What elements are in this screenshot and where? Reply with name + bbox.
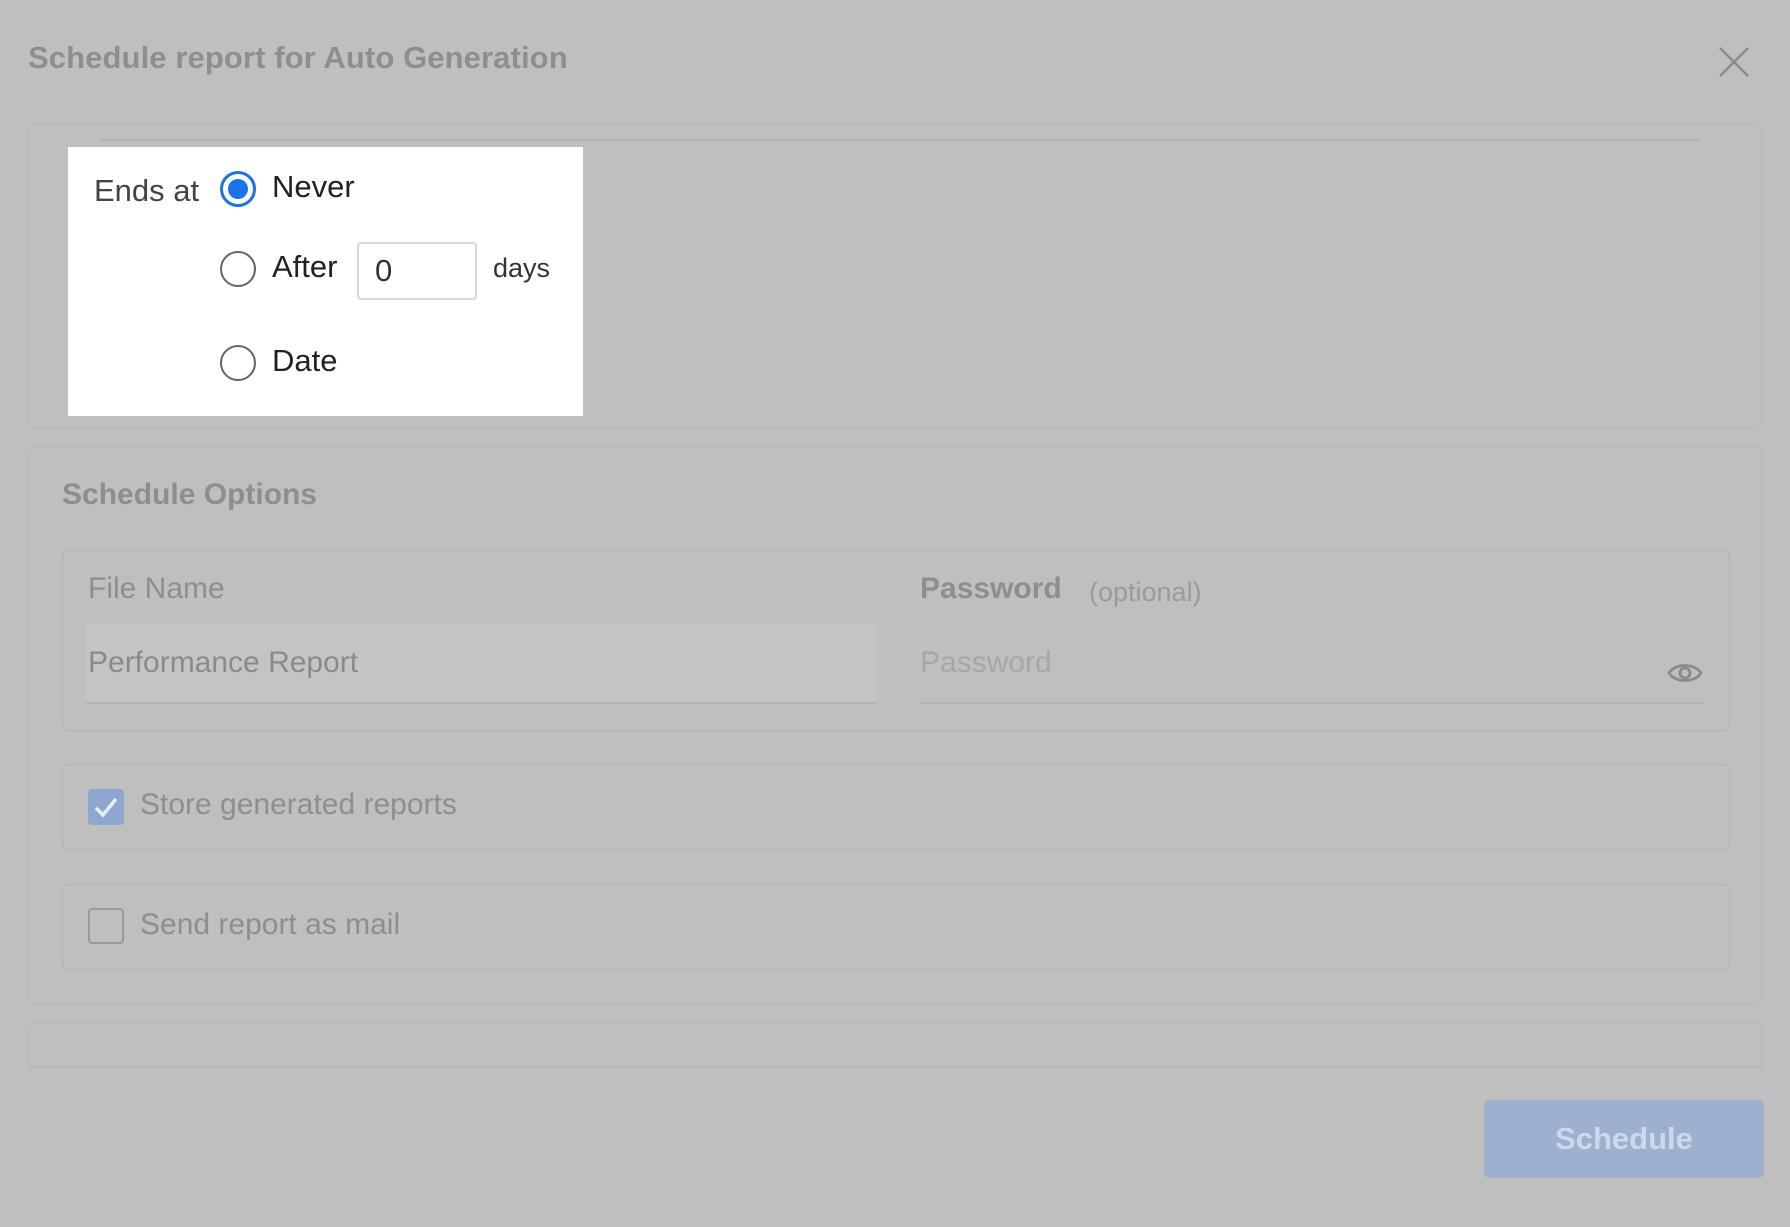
radio-after[interactable]	[220, 251, 256, 287]
footer-divider	[28, 1066, 1762, 1068]
dialog-title: Schedule report for Auto Generation	[28, 40, 568, 75]
ends-at-label: Ends at	[94, 173, 200, 208]
ends-at-popup: Ends at Never After days Date	[68, 147, 583, 416]
file-name-input[interactable]	[86, 624, 876, 704]
store-reports-checkbox[interactable]	[88, 789, 124, 825]
radio-never-label[interactable]: Never	[272, 169, 355, 205]
collapsed-panel	[28, 1022, 1762, 1070]
checkmark-icon	[94, 797, 118, 818]
days-unit-label: days	[493, 253, 551, 283]
radio-never[interactable]	[220, 171, 256, 207]
schedule-options-title: Schedule Options	[62, 478, 318, 511]
divider	[101, 139, 1699, 141]
send-mail-checkbox[interactable]	[88, 908, 124, 944]
schedule-button[interactable]: Schedule	[1484, 1100, 1764, 1178]
radio-date[interactable]	[220, 345, 256, 381]
store-reports-label: Store generated reports	[140, 788, 457, 821]
radio-date-label[interactable]: Date	[272, 343, 337, 379]
eye-icon[interactable]	[1667, 659, 1703, 687]
send-mail-label: Send report as mail	[140, 908, 401, 941]
file-name-label: File Name	[88, 572, 225, 605]
schedule-dialog: Schedule report for Auto Generation Sche…	[0, 0, 1790, 1227]
close-icon[interactable]	[1714, 42, 1754, 82]
password-input[interactable]	[920, 624, 1704, 704]
password-label: Password	[920, 572, 1062, 605]
after-days-input[interactable]	[357, 242, 477, 300]
password-optional-hint: (optional)	[1089, 577, 1202, 607]
radio-after-label[interactable]: After	[272, 249, 337, 285]
